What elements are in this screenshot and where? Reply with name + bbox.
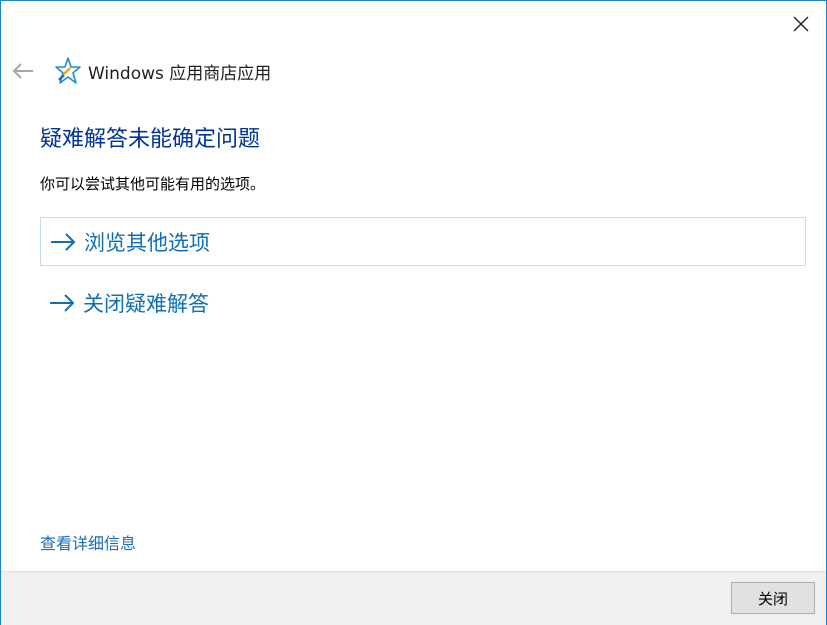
close-icon[interactable]	[784, 8, 818, 40]
view-details-link[interactable]: 查看详细信息	[40, 530, 136, 554]
page-heading: 疑难解答未能确定问题	[40, 127, 261, 152]
option-label: 关闭疑难解答	[83, 291, 209, 316]
troubleshooter-window: Windows 应用商店应用 疑难解答未能确定问题 你可以尝试其他可能有用的选项…	[0, 0, 827, 625]
page-subtext: 你可以尝试其他可能有用的选项。	[40, 175, 266, 193]
option-close-troubleshooter[interactable]: 关闭疑难解答	[40, 278, 806, 327]
windows-store-troubleshooter-icon	[55, 57, 81, 85]
arrow-right-icon	[50, 293, 75, 312]
option-browse-other-options[interactable]: 浏览其他选项	[40, 217, 806, 266]
arrow-right-icon	[51, 232, 76, 251]
app-title: Windows 应用商店应用	[88, 64, 272, 84]
footer-bar: 关闭	[1, 571, 826, 625]
close-button[interactable]: 关闭	[731, 582, 815, 614]
back-arrow-icon[interactable]	[9, 57, 37, 85]
option-label: 浏览其他选项	[84, 230, 210, 255]
